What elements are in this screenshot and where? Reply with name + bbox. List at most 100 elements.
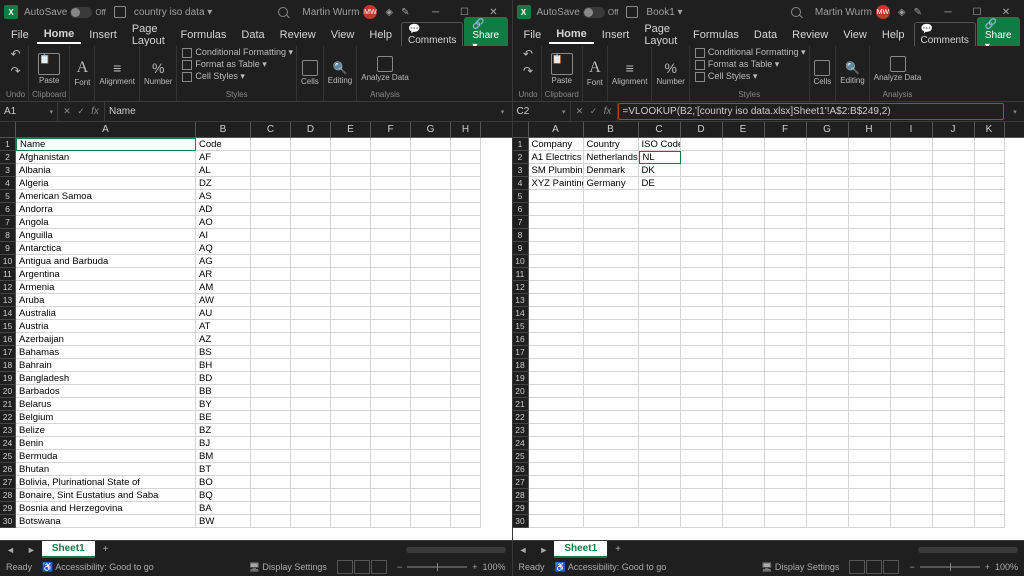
row-header[interactable]: 24 bbox=[0, 437, 16, 450]
cell[interactable] bbox=[331, 203, 371, 216]
cell[interactable]: BM bbox=[196, 450, 251, 463]
cell[interactable]: AU bbox=[196, 307, 251, 320]
cell[interactable] bbox=[807, 411, 849, 424]
cell[interactable] bbox=[849, 372, 891, 385]
row-header[interactable]: 16 bbox=[0, 333, 16, 346]
cell[interactable] bbox=[529, 268, 584, 281]
cell[interactable] bbox=[765, 255, 807, 268]
prev-sheet-button[interactable]: ◄ bbox=[513, 545, 534, 555]
cell[interactable] bbox=[933, 242, 975, 255]
cell[interactable] bbox=[411, 294, 451, 307]
cell[interactable] bbox=[331, 437, 371, 450]
cell[interactable] bbox=[933, 346, 975, 359]
cell[interactable] bbox=[723, 450, 765, 463]
row-header[interactable]: 21 bbox=[513, 398, 529, 411]
cell[interactable] bbox=[451, 437, 481, 450]
cell[interactable] bbox=[975, 502, 1005, 515]
cell[interactable] bbox=[584, 463, 639, 476]
cell[interactable] bbox=[291, 385, 331, 398]
cell[interactable] bbox=[451, 489, 481, 502]
cell[interactable] bbox=[681, 437, 723, 450]
cell[interactable]: NL bbox=[639, 151, 681, 164]
undo-button[interactable]: ↶↷ bbox=[519, 47, 537, 78]
cell[interactable] bbox=[371, 242, 411, 255]
cell[interactable] bbox=[371, 411, 411, 424]
cell[interactable] bbox=[331, 333, 371, 346]
cell[interactable]: BD bbox=[196, 372, 251, 385]
cell[interactable] bbox=[639, 333, 681, 346]
cell[interactable] bbox=[765, 437, 807, 450]
row-header[interactable]: 24 bbox=[513, 437, 529, 450]
cell[interactable] bbox=[891, 437, 933, 450]
cell[interactable] bbox=[529, 411, 584, 424]
cell[interactable] bbox=[639, 242, 681, 255]
cell[interactable] bbox=[331, 268, 371, 281]
cell[interactable]: Australia bbox=[16, 307, 196, 320]
zoom-control[interactable]: − + 100% bbox=[909, 562, 1018, 572]
cell[interactable] bbox=[681, 424, 723, 437]
cell[interactable] bbox=[639, 515, 681, 528]
cell[interactable] bbox=[975, 372, 1005, 385]
cell[interactable] bbox=[975, 320, 1005, 333]
cell[interactable]: American Samoa bbox=[16, 190, 196, 203]
cell[interactable] bbox=[331, 463, 371, 476]
cell[interactable]: Belarus bbox=[16, 398, 196, 411]
cell[interactable] bbox=[765, 203, 807, 216]
cell[interactable] bbox=[451, 177, 481, 190]
cell[interactable] bbox=[331, 216, 371, 229]
cell[interactable] bbox=[723, 424, 765, 437]
enter-icon[interactable]: ✓ bbox=[75, 106, 87, 117]
cell[interactable] bbox=[451, 346, 481, 359]
cell[interactable] bbox=[639, 502, 681, 515]
cell[interactable] bbox=[291, 515, 331, 528]
row-header[interactable]: 19 bbox=[513, 372, 529, 385]
formula-input[interactable]: =VLOOKUP(B2,'[country iso data.xlsx]Shee… bbox=[618, 103, 1005, 120]
cell[interactable] bbox=[291, 151, 331, 164]
cell[interactable] bbox=[933, 138, 975, 151]
cell[interactable] bbox=[584, 476, 639, 489]
cell[interactable] bbox=[251, 203, 291, 216]
cell[interactable]: AI bbox=[196, 229, 251, 242]
cell[interactable]: Bhutan bbox=[16, 463, 196, 476]
cell[interactable] bbox=[371, 346, 411, 359]
menu-home[interactable]: Home bbox=[37, 26, 82, 44]
enter-icon[interactable]: ✓ bbox=[588, 106, 600, 117]
cell[interactable]: Antigua and Barbuda bbox=[16, 255, 196, 268]
cell[interactable] bbox=[891, 372, 933, 385]
cell[interactable] bbox=[891, 463, 933, 476]
cell[interactable] bbox=[371, 385, 411, 398]
cell[interactable] bbox=[681, 476, 723, 489]
cell[interactable] bbox=[529, 203, 584, 216]
cell[interactable] bbox=[849, 320, 891, 333]
cell[interactable] bbox=[765, 190, 807, 203]
cell[interactable] bbox=[251, 138, 291, 151]
cell[interactable] bbox=[849, 489, 891, 502]
cell[interactable] bbox=[723, 437, 765, 450]
cell[interactable] bbox=[371, 502, 411, 515]
cell[interactable] bbox=[451, 164, 481, 177]
accessibility-status[interactable]: ♿ Accessibility: Good to go bbox=[42, 562, 154, 573]
cell[interactable] bbox=[765, 307, 807, 320]
cell[interactable] bbox=[765, 502, 807, 515]
menu-formulas[interactable]: Formulas bbox=[686, 27, 746, 43]
zoom-slider[interactable] bbox=[920, 566, 980, 568]
cell[interactable] bbox=[331, 320, 371, 333]
cell[interactable] bbox=[291, 268, 331, 281]
cell[interactable] bbox=[331, 411, 371, 424]
cell[interactable] bbox=[933, 463, 975, 476]
cell[interactable] bbox=[251, 190, 291, 203]
cell[interactable] bbox=[584, 333, 639, 346]
menu-insert[interactable]: Insert bbox=[595, 27, 637, 43]
cell[interactable]: BB bbox=[196, 385, 251, 398]
cell[interactable] bbox=[723, 281, 765, 294]
horizontal-scrollbar[interactable] bbox=[406, 547, 506, 553]
spreadsheet-grid[interactable]: ABCDEFGHIJK1CompanyCountryISO Code2A1 El… bbox=[513, 122, 1024, 540]
row-header[interactable]: 14 bbox=[513, 307, 529, 320]
cell[interactable] bbox=[765, 346, 807, 359]
cell[interactable] bbox=[639, 463, 681, 476]
col-header-E[interactable]: E bbox=[723, 122, 765, 137]
formula-input[interactable]: Name bbox=[105, 106, 494, 117]
cell[interactable] bbox=[933, 502, 975, 515]
cell[interactable]: Bolivia, Plurinational State of bbox=[16, 476, 196, 489]
cell[interactable]: AW bbox=[196, 294, 251, 307]
